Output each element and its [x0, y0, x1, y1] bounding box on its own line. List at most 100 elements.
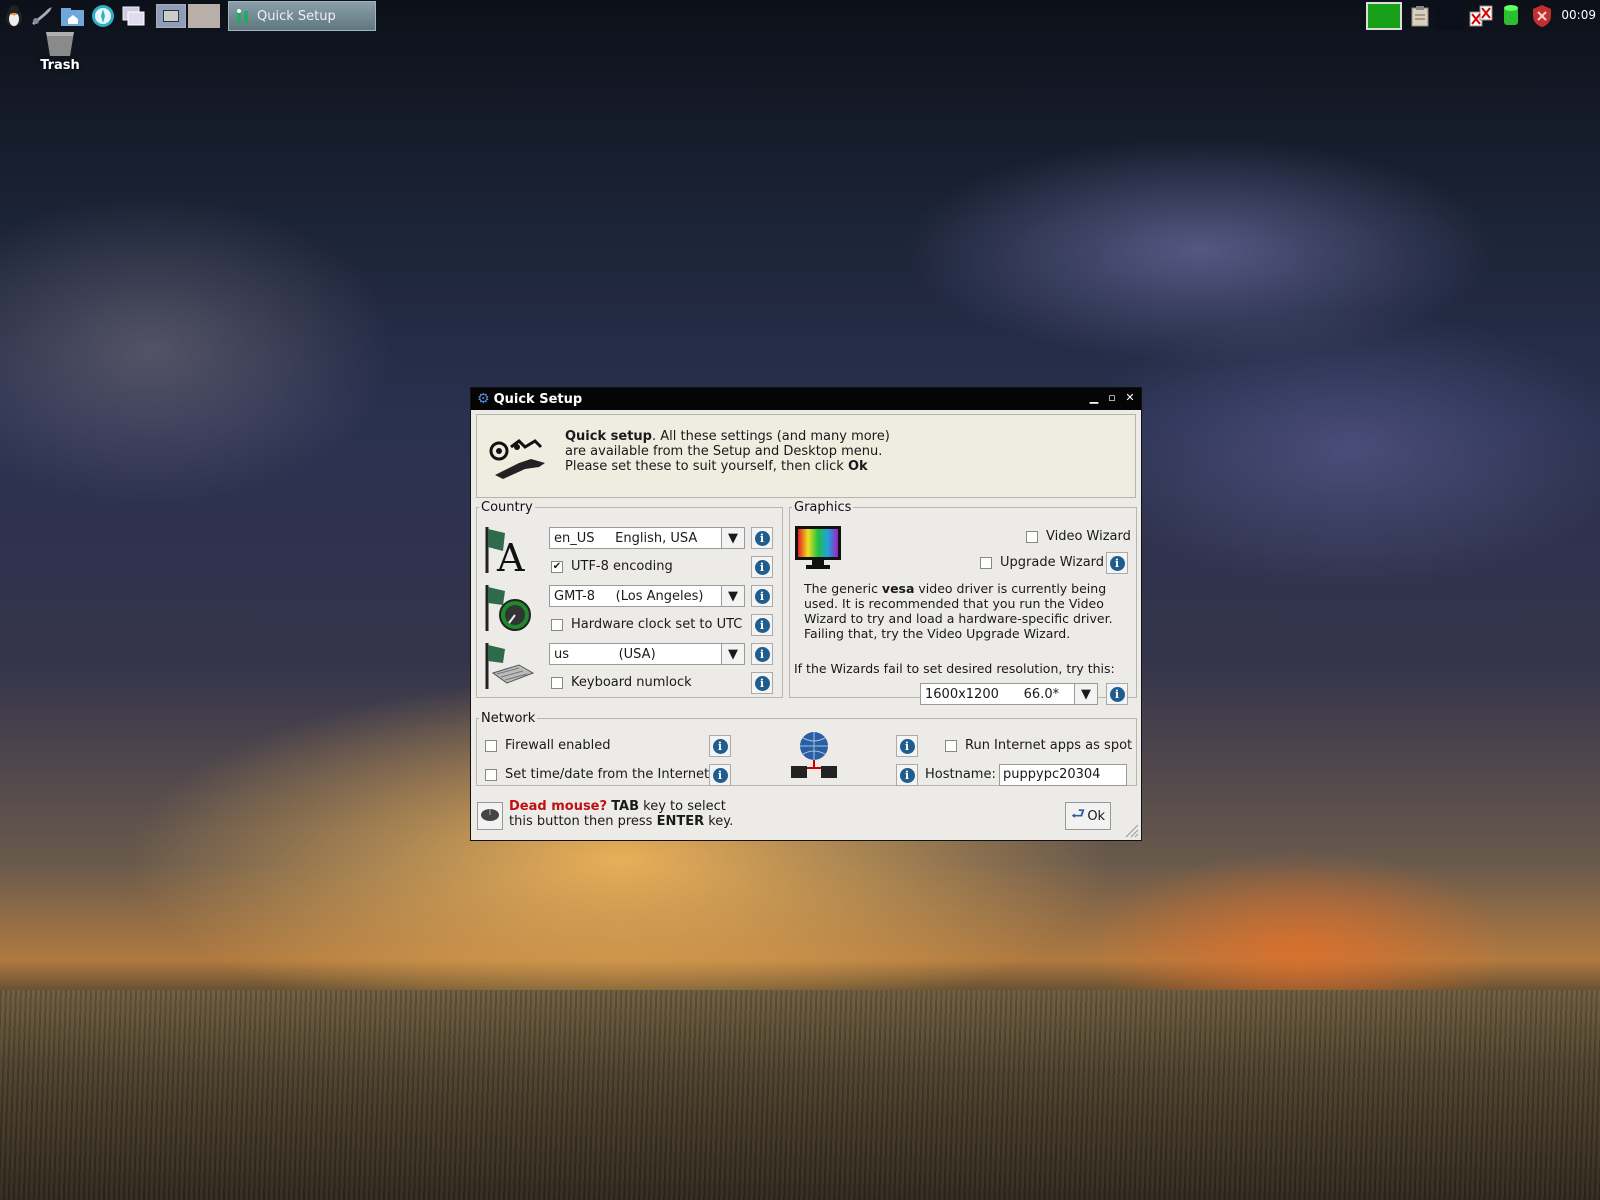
firewall-checkbox[interactable]: Firewall enabled	[485, 738, 610, 753]
chevron-down-icon[interactable]: ▼	[721, 528, 744, 548]
maximize-button[interactable]: ▫	[1105, 391, 1119, 405]
locale-flag-icon: A	[483, 525, 531, 580]
banner-line1: . All these settings (and many more)	[651, 429, 890, 444]
windows-list-icon[interactable]	[122, 4, 146, 28]
locale-select[interactable]: en_US English, USA ▼	[549, 527, 745, 549]
checkbox-icon[interactable]	[551, 676, 563, 689]
timezone-clock-icon	[483, 583, 533, 633]
cpu-monitor-icon[interactable]	[1366, 2, 1402, 30]
checkbox-icon[interactable]	[485, 739, 497, 752]
utf8-checkbox[interactable]: ✔ UTF-8 encoding	[551, 559, 673, 574]
upgrade-wizard-checkbox[interactable]: Upgrade Wizard	[980, 555, 1104, 570]
spot-info-button[interactable]: i	[896, 735, 918, 757]
info-icon: i	[754, 588, 770, 604]
hostname-label: Hostname:	[925, 767, 996, 782]
network-globe-icon	[789, 730, 839, 780]
chevron-down-icon[interactable]: ▼	[1074, 684, 1097, 704]
hostname-input[interactable]: puppypc20304	[999, 764, 1127, 786]
banner-line2: are available from the Setup and Desktop…	[565, 444, 883, 459]
chevron-down-icon[interactable]: ▼	[721, 644, 744, 664]
workspace-2-button[interactable]	[188, 4, 220, 28]
firewall-info-button[interactable]: i	[709, 735, 731, 757]
return-arrow-icon: ⮐	[1070, 803, 1086, 823]
timedate-info-button[interactable]: i	[709, 764, 731, 786]
window-titlebar[interactable]: ⚙ Quick Setup ▁ ▫ ✕	[471, 388, 1141, 410]
timezone-select[interactable]: GMT-8 (Los Angeles) ▼	[549, 585, 745, 607]
ok-label: Ok	[1087, 808, 1106, 824]
volume-indicator-icon[interactable]	[1436, 2, 1464, 30]
spot-label: Run Internet apps as spot	[965, 738, 1133, 753]
checkbox-checked-icon[interactable]: ✔	[551, 560, 563, 573]
monitor-icon	[794, 525, 842, 571]
hostname-info-button[interactable]: i	[896, 764, 918, 786]
resolution-select[interactable]: 1600x1200 66.0* ▼	[920, 683, 1098, 705]
workspace-1-button[interactable]	[156, 4, 186, 28]
clock: 00:09	[1561, 8, 1596, 22]
numlock-label: Keyboard numlock	[571, 675, 692, 690]
video-wizard-checkbox[interactable]: Video Wizard	[1026, 529, 1131, 544]
banner-ok-word: Ok	[847, 459, 868, 474]
keyboard-layout-select[interactable]: us (USA) ▼	[549, 643, 745, 665]
menu-penguin-icon[interactable]	[2, 4, 26, 28]
wallpaper-grass	[0, 990, 1600, 1200]
checkbox-icon[interactable]	[485, 768, 497, 781]
utf8-info-button[interactable]: i	[751, 556, 773, 578]
banner-text: Quick setup. All these settings (and man…	[565, 429, 890, 474]
info-icon: i	[712, 738, 728, 754]
browser-compass-icon[interactable]	[91, 4, 115, 28]
video-wizard-label: Video Wizard	[1046, 529, 1131, 544]
hwclock-info-button[interactable]: i	[751, 614, 773, 636]
dead-mouse-button[interactable]	[477, 802, 503, 830]
numlock-info-button[interactable]: i	[751, 672, 773, 694]
info-icon: i	[1109, 555, 1125, 571]
banner-title: Quick setup	[565, 429, 652, 444]
wizard-tools-icon	[489, 437, 549, 481]
checkbox-icon[interactable]	[945, 739, 957, 752]
clipboard-icon[interactable]	[1408, 2, 1432, 30]
fallback-text: If the Wizards fail to set desired resol…	[794, 661, 1115, 676]
resolution-value: 1600x1200 66.0*	[925, 686, 1060, 702]
checkbox-icon[interactable]	[551, 618, 563, 631]
taskbar: Quick Setup 00:09	[0, 0, 1600, 32]
timedate-checkbox[interactable]: Set time/date from the Internet	[485, 767, 709, 782]
drive-storage-icon[interactable]	[1500, 2, 1522, 30]
trash-icon	[43, 30, 77, 58]
tab-key: TAB	[611, 799, 640, 814]
spot-checkbox[interactable]: Run Internet apps as spot	[945, 738, 1132, 753]
keyboard-layout-value: us (USA)	[554, 646, 656, 662]
close-button[interactable]: ✕	[1123, 391, 1137, 405]
timezone-info-button[interactable]: i	[751, 585, 773, 607]
settings-wrench-icon[interactable]	[30, 4, 54, 28]
chevron-down-icon[interactable]: ▼	[721, 586, 744, 606]
desktop-trash[interactable]: Trash	[30, 30, 90, 73]
taskbar-task-quick-setup[interactable]: Quick Setup	[228, 1, 376, 31]
resolution-info-button[interactable]: i	[1106, 683, 1128, 705]
home-folder-icon[interactable]	[60, 4, 84, 28]
info-icon: i	[754, 646, 770, 662]
enter-key: ENTER	[656, 814, 705, 829]
hwclock-checkbox[interactable]: Hardware clock set to UTC	[551, 617, 742, 632]
quick-setup-window: ⚙ Quick Setup ▁ ▫ ✕ Quick setup. All the…	[470, 387, 1142, 841]
locale-info-button[interactable]: i	[751, 527, 773, 549]
upgrade-wizard-info-button[interactable]: i	[1106, 552, 1128, 574]
firewall-label: Firewall enabled	[505, 738, 611, 753]
country-legend: Country	[481, 500, 533, 515]
ok-button[interactable]: ⮐ Ok	[1065, 802, 1111, 830]
window-title: Quick Setup	[493, 391, 583, 407]
firewall-shield-icon[interactable]	[1530, 2, 1554, 30]
svg-text:A: A	[496, 536, 525, 575]
numlock-checkbox[interactable]: Keyboard numlock	[551, 675, 692, 690]
graphics-description: The generic vesa video driver is current…	[804, 581, 1128, 641]
hwclock-label: Hardware clock set to UTC	[571, 617, 743, 632]
checkbox-icon[interactable]	[980, 556, 992, 569]
info-banner: Quick setup. All these settings (and man…	[476, 414, 1136, 498]
keyboard-info-button[interactable]: i	[751, 643, 773, 665]
info-icon: i	[754, 559, 770, 575]
checkbox-icon[interactable]	[1026, 530, 1038, 543]
network-disconnected-icon[interactable]	[1468, 2, 1494, 30]
minimize-button[interactable]: ▁	[1087, 391, 1101, 405]
resize-grip-icon[interactable]	[1123, 822, 1139, 838]
graphics-legend: Graphics	[794, 500, 852, 515]
info-icon: i	[754, 617, 770, 633]
network-group: Network Firewall enabled i Set time/date…	[476, 711, 1137, 786]
